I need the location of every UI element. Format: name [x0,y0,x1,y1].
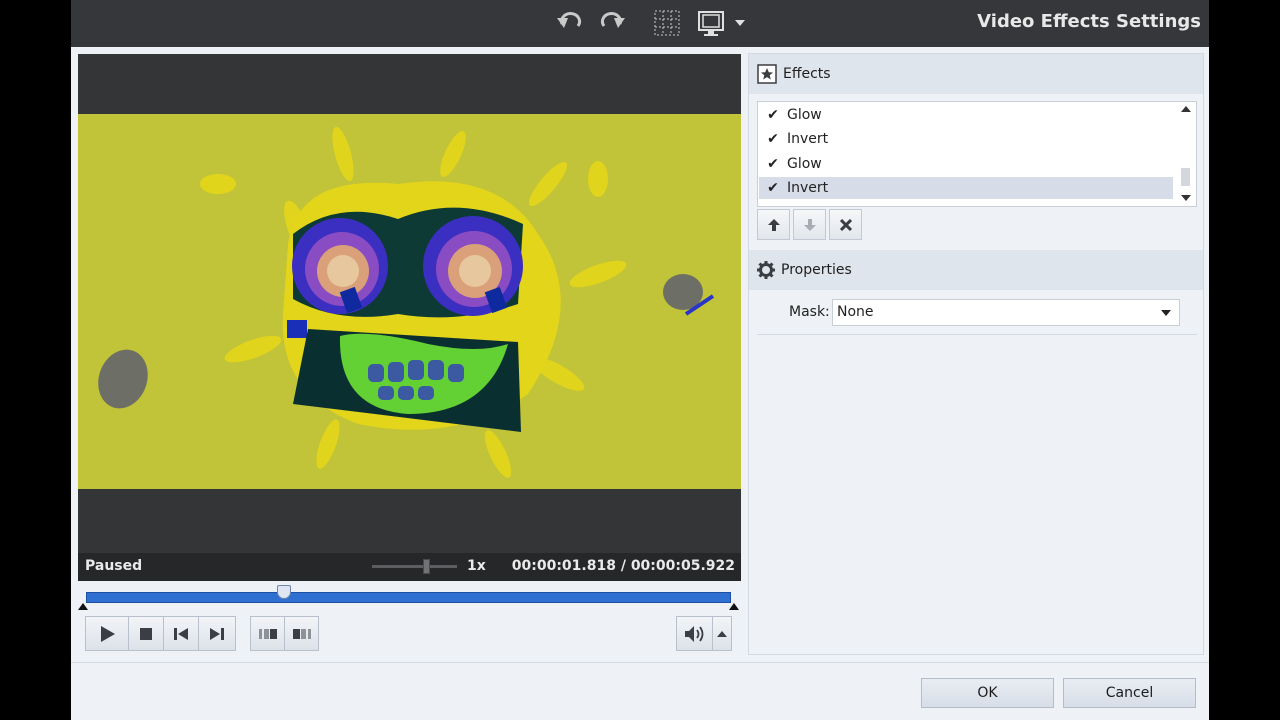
footer-divider [71,662,1209,663]
window-title: Video Effects Settings [977,11,1201,32]
delete-effect-button[interactable] [829,209,862,240]
check-icon[interactable]: ✔ [759,131,787,147]
previous-frame-button[interactable] [164,617,199,650]
play-icon [101,625,115,642]
time-readout: 00:00:01.818 / 00:00:05.922 [511,558,735,574]
video-frame [78,114,741,489]
volume-controls [676,616,732,651]
play-button[interactable] [86,617,129,650]
mask-dropdown[interactable]: None [832,299,1180,326]
properties-header-label: Properties [781,262,852,278]
mark-in-icon [258,628,277,639]
mark-end-icon [729,603,739,610]
display-mode-icon[interactable] [697,10,727,38]
seek-bar[interactable] [86,592,731,603]
stop-button[interactable] [129,617,164,650]
next-frame-icon [210,627,224,640]
next-frame-button[interactable] [199,617,235,650]
star-icon [757,64,777,84]
mark-out-button[interactable] [285,617,318,650]
mask-value: None [837,304,874,320]
stop-icon [140,627,152,640]
check-icon[interactable]: ✔ [759,156,787,172]
effect-item-label: Invert [787,180,829,196]
playback-speed: 1x [467,558,486,574]
effect-item-glow[interactable]: ✔ Glow [759,104,1173,126]
delete-icon [839,218,852,231]
effect-item-label: Glow [787,156,822,172]
effects-header: Effects [749,54,1203,94]
scroll-down-icon[interactable] [1181,195,1191,201]
player-status-bar: Paused 1x 00:00:01.818 / 00:00:05.922 [78,553,741,581]
properties-header: Properties [749,250,1203,290]
playback-status: Paused [85,558,143,574]
gear-icon [757,261,775,279]
ok-button[interactable]: OK [921,678,1054,708]
speed-slider-track[interactable] [372,565,457,568]
mark-start-icon [78,603,88,610]
effect-item-invert-selected[interactable]: ✔ Invert [759,177,1173,199]
scrollbar-thumb[interactable] [1181,168,1190,186]
divider [757,334,1197,335]
mark-out-icon [292,628,311,639]
scroll-up-icon[interactable] [1181,106,1191,112]
title-bar: Video Effects Settings [71,0,1209,47]
undo-icon[interactable] [556,10,586,36]
settings-panel: Effects ✔ Glow ✔ Invert ✔ Glow ✔ Invert [748,53,1204,655]
effect-item-glow[interactable]: ✔ Glow [759,153,1173,175]
seek-handle[interactable] [277,585,291,599]
effect-item-invert[interactable]: ✔ Invert [759,128,1173,150]
redo-icon[interactable] [596,10,626,36]
effects-list[interactable]: ✔ Glow ✔ Invert ✔ Glow ✔ Invert [757,101,1197,207]
arrow-down-icon [803,218,816,231]
effect-item-label: Glow [787,107,822,123]
volume-expand-button[interactable] [713,617,731,650]
speed-slider-handle[interactable] [423,559,430,574]
marker-controls [250,616,319,651]
chevron-up-icon [717,630,727,637]
chevron-down-icon [1161,310,1171,316]
video-preview: Paused 1x 00:00:01.818 / 00:00:05.922 [78,54,741,581]
previous-frame-icon [174,627,188,640]
effect-item-label: Invert [787,131,829,147]
grid-icon[interactable] [654,10,680,36]
volume-button[interactable] [677,617,713,650]
speaker-icon [684,625,703,642]
video-effects-dialog: Video Effects Settings Paused 1x 00:00:0… [71,0,1209,720]
arrow-up-icon [767,218,780,231]
effects-header-label: Effects [783,66,831,82]
check-icon[interactable]: ✔ [759,180,787,196]
mark-in-button[interactable] [251,617,285,650]
chevron-down-icon[interactable] [735,20,745,26]
move-down-button[interactable] [793,209,826,240]
move-up-button[interactable] [757,209,790,240]
playback-controls [85,616,236,651]
check-icon[interactable]: ✔ [759,107,787,123]
mask-label: Mask: [789,304,830,320]
cancel-button[interactable]: Cancel [1063,678,1196,708]
